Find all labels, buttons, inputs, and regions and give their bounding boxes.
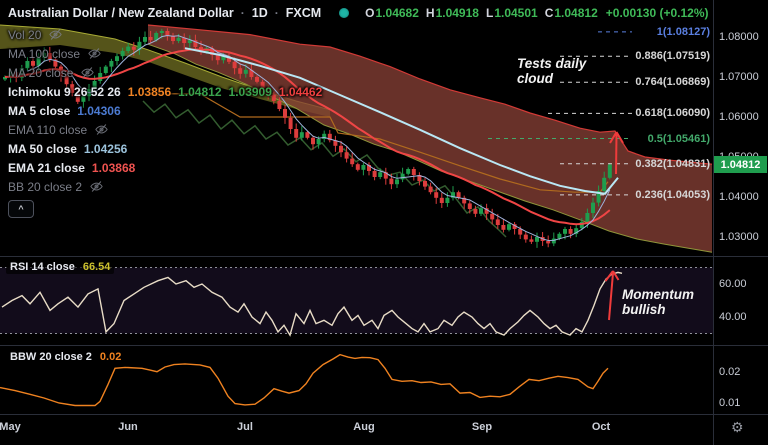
visibility-off-icon[interactable] — [80, 65, 95, 80]
ohlc-item: H1.04918 — [425, 5, 479, 20]
symbol-header: Australian Dollar / New Zealand Dollar ·… — [0, 0, 768, 25]
rsi-tick: 40.00 — [719, 311, 747, 323]
visibility-off-icon[interactable] — [89, 179, 104, 194]
legend-row-ma-20-close[interactable]: MA 20 close — [8, 63, 322, 82]
legend-label: MA 5 close — [8, 103, 71, 118]
trading-chart-app: Australian Dollar / New Zealand Dollar ·… — [0, 0, 768, 445]
ohlc-values: O1.04682 H1.04918 L1.04501 C1.04812 — [365, 6, 598, 20]
price-tick: 1.03000 — [719, 231, 759, 243]
symbol-title[interactable]: Australian Dollar / New Zealand Dollar — [8, 6, 234, 20]
title-separator: · — [274, 5, 279, 20]
legend-row-bb-20-close-2[interactable]: BB 20 close 2 — [8, 177, 322, 196]
legend-label: MA 50 close — [8, 141, 77, 156]
visibility-off-icon[interactable] — [87, 46, 102, 61]
legend-label: BB 20 close 2 — [8, 179, 83, 194]
rsi-tick: 60.00 — [719, 278, 747, 290]
legend-label: MA 20 close — [8, 65, 74, 80]
exchange-label: FXCM — [285, 5, 322, 20]
legend-label: Ichimoku 9 26 52 26 — [8, 84, 121, 99]
visibility-off-icon[interactable] — [48, 27, 63, 42]
legend-value: 1.04256 — [83, 141, 128, 156]
indicator-legend: Vol 20 MA 100 close MA 20 close Ichimoku 9 … — [8, 25, 322, 196]
fib-level-label[interactable]: 0.382(1.04831) — [635, 158, 710, 170]
legend-row-ichimoku-9-26-52-26[interactable]: Ichimoku 9 26 52 26 1.03856 1.04812 1.03909… — [8, 82, 322, 101]
time-axis[interactable]: May Jun Jul Aug Sep Oct — [0, 415, 768, 445]
last-price-badge: 1.04812 — [714, 156, 767, 174]
legend-value: 1.04306 — [77, 103, 121, 118]
price-tick: 1.04000 — [719, 191, 759, 203]
fib-level-label[interactable]: 0.886(1.07519) — [635, 50, 710, 62]
fib-level-label[interactable]: 0.236(1.04053) — [635, 189, 710, 201]
annotation-momentum-bullish[interactable]: Momentum bullish — [622, 287, 694, 317]
price-change: +0.00130 (+0.12%) — [605, 5, 709, 20]
fib-level-label[interactable]: 1(1.08127) — [657, 26, 710, 38]
price-tick: 1.08000 — [719, 31, 759, 43]
legend-row-ma-50-close[interactable]: MA 50 close 1.04256 — [8, 139, 322, 158]
ohlc-item: C1.04812 — [544, 5, 598, 20]
rsi-legend[interactable]: RSI 14 close 66.54 — [6, 260, 115, 274]
price-tick: 1.06000 — [719, 111, 759, 123]
fib-level-label[interactable]: 0.618(1.06090) — [635, 107, 710, 119]
legend-collapse-button[interactable]: ^ — [8, 200, 34, 218]
legend-value: 1.04462 — [278, 84, 323, 99]
legend-row-ema-21-close[interactable]: EMA 21 close 1.03868 — [8, 158, 322, 177]
fib-level-label[interactable]: 0.5(1.05461) — [648, 133, 710, 145]
legend-label: EMA 21 close — [8, 160, 85, 175]
month-label: May — [0, 421, 21, 433]
legend-row-vol-20[interactable]: Vol 20 — [8, 25, 322, 44]
annotation-tests-daily-cloud[interactable]: Tests daily cloud — [517, 56, 586, 86]
legend-label: Vol 20 — [8, 27, 42, 42]
title-separator: · — [240, 5, 245, 20]
interval-label[interactable]: 1D — [252, 6, 268, 20]
month-label: Jun — [118, 421, 138, 433]
bbw-legend[interactable]: BBW 20 close 2 0.02 — [6, 350, 126, 364]
month-label: Jul — [237, 421, 253, 433]
axis-settings-gear-icon[interactable]: ⚙ — [731, 419, 744, 436]
visibility-off-icon[interactable] — [94, 122, 109, 137]
legend-value: 1.04812 — [178, 84, 222, 99]
legend-label: MA 100 close — [8, 46, 81, 61]
legend-value: 1.03868 — [91, 160, 136, 175]
ohlc-item: O1.04682 — [365, 5, 419, 20]
legend-label: EMA 110 close — [8, 122, 88, 137]
legend-row-ma-100-close[interactable]: MA 100 close — [8, 44, 322, 63]
month-label: Oct — [591, 421, 611, 433]
fib-level-label[interactable]: 0.764(1.06869) — [635, 76, 710, 88]
month-label: Aug — [353, 421, 375, 433]
legend-row-ma-5-close[interactable]: MA 5 close 1.04306 — [8, 101, 322, 120]
legend-value: 1.03856 — [127, 84, 172, 99]
market-status-dot[interactable] — [339, 7, 350, 18]
bbw-tick: 0.02 — [719, 366, 741, 378]
bbw-tick: 0.01 — [719, 397, 741, 409]
rsi-pane[interactable] — [0, 267, 713, 337]
legend-value: 1.03909 — [228, 84, 272, 99]
ohlc-item: L1.04501 — [485, 5, 538, 20]
price-tick: 1.07000 — [719, 71, 759, 83]
month-label: Sep — [471, 421, 493, 433]
legend-row-ema-110-close[interactable]: EMA 110 close — [8, 120, 322, 139]
